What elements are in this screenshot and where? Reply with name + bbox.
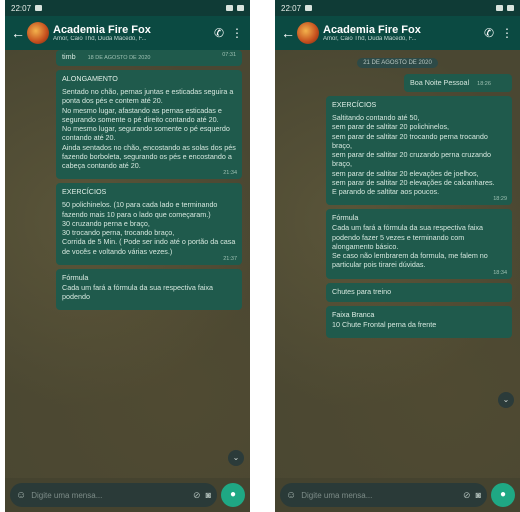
- message-text: Saltitando contando até 50, sem parar de…: [332, 113, 495, 196]
- message-bubble[interactable]: Fórmula Cada um fará a fórmula da sua re…: [56, 268, 242, 311]
- message-text: Chutes para treino: [332, 286, 392, 296]
- message-bubble[interactable]: Fórmula Cada um fará a fórmula da sua re…: [326, 209, 512, 279]
- message-heading: Faixa Branca: [332, 309, 375, 319]
- message-time: 18:34: [493, 269, 507, 276]
- message-text: Sentado no chão, pernas juntas e esticad…: [62, 87, 236, 170]
- message-heading: ALONGAMENTO: [62, 74, 118, 84]
- wifi-icon: [496, 5, 503, 11]
- message-heading: Fórmula: [332, 213, 359, 223]
- microphone-icon[interactable]: ●: [221, 483, 245, 507]
- message-list[interactable]: timb 18 DE AGOSTO DE 2020 07:31 ALONGAME…: [5, 50, 250, 478]
- message-bubble[interactable]: EXERCÍCIOS Saltitando contando até 50, s…: [326, 96, 512, 206]
- status-time: 22:07: [281, 3, 302, 13]
- message-input[interactable]: Digite uma mensa...: [31, 491, 188, 500]
- camera-icon[interactable]: ◙: [476, 490, 481, 500]
- message-bubble[interactable]: timb 18 DE AGOSTO DE 2020 07:31: [56, 50, 242, 67]
- back-arrow-icon[interactable]: ←: [11, 25, 25, 41]
- message-bubble[interactable]: Faixa Branca 10 Chute Frontal perna da f…: [326, 305, 512, 339]
- camera-icon[interactable]: ◙: [206, 490, 211, 500]
- message-bubble[interactable]: Chutes para treino: [326, 282, 512, 302]
- call-icon[interactable]: ✆: [482, 26, 496, 40]
- chat-members: Amor, Caio Thd, Duda Macedo, F...: [323, 35, 417, 42]
- message-time: 18:26: [477, 81, 491, 87]
- message-time: 07:31: [222, 52, 236, 58]
- status-bar: 22:07: [275, 0, 520, 16]
- emoji-icon[interactable]: ☺: [16, 490, 26, 501]
- scroll-down-icon[interactable]: ⌄: [498, 392, 514, 408]
- more-options-icon[interactable]: ⋮: [230, 26, 244, 40]
- chat-title-block[interactable]: Academia Fire Fox Amor, Caio Thd, Duda M…: [53, 24, 208, 43]
- chat-header[interactable]: ← Academia Fire Fox Amor, Caio Thd, Duda…: [275, 16, 520, 50]
- message-heading: EXERCÍCIOS: [332, 100, 377, 110]
- status-bar: 22:07: [5, 0, 250, 16]
- message-time: 18:29: [493, 196, 507, 203]
- date-chip: 21 DE AGOSTO DE 2020: [357, 58, 438, 68]
- message-input-field[interactable]: ☺ Digite uma mensa... ⊘ ◙: [280, 483, 487, 507]
- message-text: Boa Noite Pessoal: [410, 78, 470, 87]
- group-avatar[interactable]: [297, 22, 319, 44]
- composer: ☺ Digite uma mensa... ⊘ ◙ ●: [5, 478, 250, 512]
- back-arrow-icon[interactable]: ←: [281, 25, 295, 41]
- message-list[interactable]: 21 DE AGOSTO DE 2020 Boa Noite Pessoal 1…: [275, 50, 520, 478]
- scroll-down-icon[interactable]: ⌄: [228, 450, 244, 466]
- chat-title: Academia Fire Fox: [323, 23, 421, 36]
- attach-icon[interactable]: ⊘: [463, 490, 471, 501]
- message-input[interactable]: Digite uma mensa...: [301, 491, 458, 500]
- chat-header[interactable]: ← Academia Fire Fox Amor, Caio Thd, Duda…: [5, 16, 250, 50]
- emoji-icon[interactable]: ☺: [286, 490, 296, 501]
- group-avatar[interactable]: [27, 22, 49, 44]
- message-text: 50 polichinelos. (10 para cada lado e te…: [62, 200, 236, 256]
- phone-screen-right: 22:07 ← Academia Fire Fox Amor, Caio Thd…: [275, 0, 520, 512]
- chat-title-block[interactable]: Academia Fire Fox Amor, Caio Thd, Duda M…: [323, 24, 478, 43]
- message-text: 10 Chute Frontal perna da frente: [332, 319, 437, 329]
- wifi-icon: [226, 5, 233, 11]
- battery-icon: [237, 5, 244, 11]
- more-options-icon[interactable]: ⋮: [500, 26, 514, 40]
- phone-screen-left: 22:07 ← Academia Fire Fox Amor, Caio Thd…: [5, 0, 250, 512]
- message-text: Cada um fará a fórmula da sua respectiva…: [332, 223, 488, 270]
- message-time: 21:37: [223, 255, 237, 262]
- message-bubble[interactable]: EXERCÍCIOS 50 polichinelos. (10 para cad…: [56, 183, 242, 265]
- composer: ☺ Digite uma mensa... ⊘ ◙ ●: [275, 478, 520, 512]
- call-icon[interactable]: ✆: [212, 26, 226, 40]
- attach-icon[interactable]: ⊘: [193, 490, 201, 501]
- chat-title: Academia Fire Fox: [53, 23, 151, 36]
- notification-icon: [35, 5, 43, 11]
- battery-icon: [507, 5, 514, 11]
- status-time: 22:07: [11, 3, 32, 13]
- message-heading: Fórmula: [62, 272, 89, 282]
- message-time: 21:34: [223, 170, 237, 177]
- message-date: 18 DE AGOSTO DE 2020: [87, 55, 151, 61]
- message-bubble[interactable]: ALONGAMENTO Sentado no chão, pernas junt…: [56, 70, 242, 180]
- message-bubble[interactable]: Boa Noite Pessoal 18:26: [404, 74, 512, 93]
- message-text: Cada um fará a fórmula da sua respectiva…: [62, 282, 214, 302]
- notification-icon: [305, 5, 313, 11]
- microphone-icon[interactable]: ●: [491, 483, 515, 507]
- message-text: timb: [62, 52, 76, 61]
- chat-members: Amor, Caio Thd, Duda Macedo, F...: [53, 35, 147, 42]
- message-heading: EXERCÍCIOS: [62, 187, 107, 197]
- message-input-field[interactable]: ☺ Digite uma mensa... ⊘ ◙: [10, 483, 217, 507]
